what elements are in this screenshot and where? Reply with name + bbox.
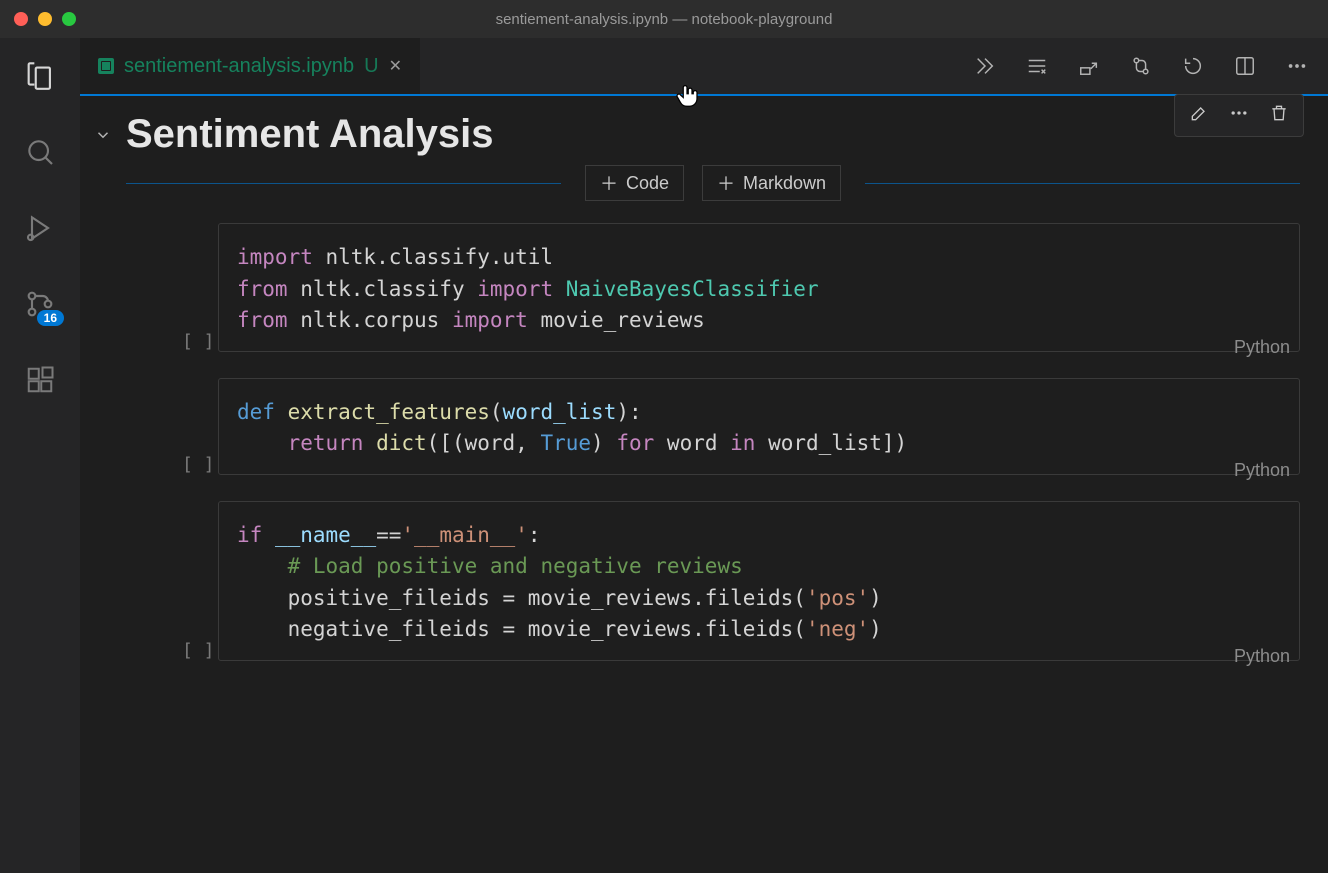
add-markdown-button[interactable]: ＋Markdown	[702, 165, 841, 201]
add-code-button[interactable]: ＋Code	[585, 165, 684, 201]
editor-area: sentiement-analysis.ipynb U ✕ Sentiment …	[80, 38, 1328, 873]
tab-close-icon[interactable]: ✕	[389, 56, 402, 76]
code-editor[interactable]: if __name__=='__main__': # Load positive…	[218, 501, 1300, 661]
restart-icon[interactable]	[1182, 55, 1204, 77]
add-cell-row: ＋Code ＋Markdown	[80, 169, 1328, 197]
run-debug-icon[interactable]	[22, 210, 58, 246]
titlebar: sentiement-analysis.ipynb — notebook-pla…	[0, 0, 1328, 38]
code-cell[interactable]: [ ]def extract_features(word_list): retu…	[218, 378, 1300, 475]
search-icon[interactable]	[22, 134, 58, 170]
kernel-icon[interactable]	[1130, 55, 1152, 77]
notebook-title: Sentiment Analysis	[126, 112, 1328, 157]
execution-count: [ ]	[182, 331, 215, 352]
window-controls	[14, 12, 76, 26]
cell-language-label[interactable]: Python	[1234, 337, 1290, 358]
maximize-window-button[interactable]	[62, 12, 76, 26]
delete-cell-icon[interactable]	[1269, 103, 1289, 128]
editor-tab[interactable]: sentiement-analysis.ipynb U ✕	[80, 38, 420, 94]
more-icon[interactable]	[1286, 55, 1308, 77]
minimize-window-button[interactable]	[38, 12, 52, 26]
extensions-icon[interactable]	[22, 362, 58, 398]
source-control-icon[interactable]: 16	[22, 286, 58, 322]
execution-count: [ ]	[182, 640, 215, 661]
cell-more-icon[interactable]	[1229, 103, 1249, 128]
cell-language-label[interactable]: Python	[1234, 646, 1290, 667]
tab-filename: sentiement-analysis.ipynb	[124, 55, 354, 78]
tab-git-status: U	[364, 55, 378, 78]
explorer-icon[interactable]	[22, 58, 58, 94]
workbench: 16 sentiement-analysis.ipynb U ✕	[0, 38, 1328, 873]
run-all-icon[interactable]	[974, 55, 996, 77]
cell-toolbar	[1174, 94, 1304, 137]
notebook-file-icon	[98, 58, 114, 74]
scm-badge: 16	[37, 310, 64, 326]
close-window-button[interactable]	[14, 12, 28, 26]
tabs-row: sentiement-analysis.ipynb U ✕	[80, 38, 1328, 94]
code-cell[interactable]: [ ]import nltk.classify.util from nltk.c…	[218, 223, 1300, 352]
edit-cell-icon[interactable]	[1189, 103, 1209, 128]
variables-icon[interactable]	[1078, 55, 1100, 77]
collapse-icon[interactable]	[94, 126, 112, 149]
clear-outputs-icon[interactable]	[1026, 55, 1048, 77]
activity-bar: 16	[0, 38, 80, 873]
execution-count: [ ]	[182, 454, 215, 475]
notebook-toolbar	[974, 55, 1308, 77]
markdown-cell[interactable]: Sentiment Analysis	[80, 96, 1328, 163]
cell-language-label[interactable]: Python	[1234, 460, 1290, 481]
notebook-body: Sentiment Analysis ＋Code ＋Markdown [ ]im…	[80, 94, 1328, 873]
window-title: sentiement-analysis.ipynb — notebook-pla…	[0, 11, 1328, 28]
code-cell[interactable]: [ ]if __name__=='__main__': # Load posit…	[218, 501, 1300, 661]
code-editor[interactable]: def extract_features(word_list): return …	[218, 378, 1300, 475]
code-editor[interactable]: import nltk.classify.util from nltk.clas…	[218, 223, 1300, 352]
layout-icon[interactable]	[1234, 55, 1256, 77]
